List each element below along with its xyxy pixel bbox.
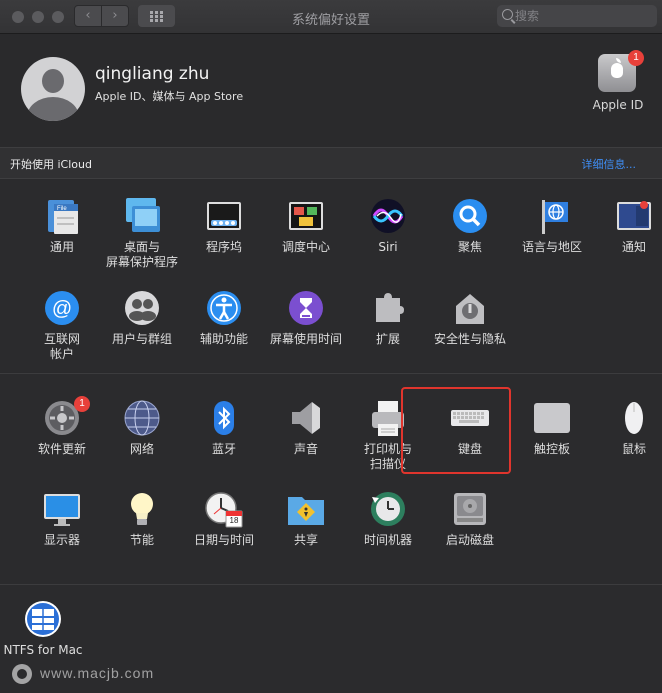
pref-pane-energy-saver[interactable]: 节能 (101, 489, 183, 579)
bluetooth-icon (204, 398, 244, 438)
siri-icon (368, 196, 408, 236)
pref-pane-bluetooth[interactable]: 蓝牙 (183, 398, 265, 488)
selection-highlight (401, 387, 511, 474)
notification-badge: 1 (74, 396, 90, 412)
pref-pane-label: 声音 (293, 442, 318, 456)
screen-time-icon (286, 288, 326, 328)
pref-pane-label: Siri (378, 240, 398, 254)
pref-pane-label: 调度中心 (281, 240, 330, 254)
general-icon: File (42, 196, 82, 236)
pref-pane-date-time[interactable]: 18 日期与时间 (183, 489, 265, 579)
security-privacy-icon (450, 288, 490, 328)
pref-pane-label: 网络 (129, 442, 154, 456)
pref-pane-network[interactable]: 网络 (101, 398, 183, 488)
calendar-date-number: 18 (229, 516, 239, 525)
trackpad-icon (532, 398, 572, 438)
svg-text:@: @ (52, 298, 72, 320)
pref-pane-label: NTFS for Mac (3, 643, 83, 657)
pref-pane-dock[interactable]: 程序坞 (183, 196, 265, 286)
time-machine-icon (368, 489, 408, 529)
user-subtitle: Apple ID、媒体与 App Store (95, 90, 244, 103)
watermark-logo-icon (12, 664, 32, 684)
pref-pane-label: 共享 (293, 533, 318, 547)
pref-pane-users-groups[interactable]: 用户与群组 (101, 288, 183, 378)
pref-pane-label: 节能 (129, 533, 154, 547)
notifications-icon (614, 196, 654, 236)
apple-id-pane[interactable]: 1 Apple ID (590, 50, 646, 122)
startup-disk-icon (450, 489, 490, 529)
pref-pane-siri[interactable]: Siri (347, 196, 429, 286)
pref-pane-accessibility[interactable]: 辅助功能 (183, 288, 265, 378)
pref-pane-trackpad[interactable]: 触控板 (511, 398, 593, 488)
pref-pane-label: 时间机器 (363, 533, 412, 547)
avatar[interactable] (21, 57, 85, 121)
energy-saver-icon (122, 489, 162, 529)
pref-pane-extensions[interactable]: 扩展 (347, 288, 429, 378)
icloud-banner: 开始使用 iCloud 详细信息... (0, 147, 662, 179)
pref-pane-spotlight[interactable]: 聚焦 (429, 196, 511, 286)
pref-pane-desktop-screensaver[interactable]: 桌面与 屏幕保护程序 (101, 196, 183, 286)
pref-pane-label: 蓝牙 (211, 442, 236, 456)
pref-pane-screen-time[interactable]: 屏幕使用时间 (265, 288, 347, 378)
displays-icon (42, 489, 82, 529)
notification-badge: 1 (628, 50, 644, 66)
spotlight-icon (450, 196, 490, 236)
mission-control-icon (286, 196, 326, 236)
pref-pane-mouse[interactable]: 鼠标 (593, 398, 662, 488)
pref-pane-label: 安全性与隐私 (433, 332, 506, 346)
pref-pane-startup-disk[interactable]: 启动磁盘 (429, 489, 511, 579)
user-name: qingliang zhu (95, 64, 210, 84)
pref-pane-label: 扩展 (375, 332, 400, 346)
sharing-icon (286, 489, 326, 529)
watermark-text: www.macjb.com (40, 665, 155, 681)
pref-pane-internet-accounts[interactable]: @ 互联网 帐户 (21, 288, 103, 378)
pref-pane-sound[interactable]: 声音 (265, 398, 347, 488)
pref-pane-label: 触控板 (533, 442, 570, 456)
pref-pane-label: 屏幕使用时间 (269, 332, 342, 346)
pref-pane-displays[interactable]: 显示器 (21, 489, 103, 579)
sound-icon (286, 398, 326, 438)
pref-pane-time-machine[interactable]: 时间机器 (347, 489, 429, 579)
internet-accounts-icon: @ (42, 288, 82, 328)
search-field[interactable] (497, 5, 657, 27)
pref-pane-software-update[interactable]: 1 软件更新 (21, 396, 103, 488)
desktop-screensaver-icon (122, 196, 162, 236)
title-bar: ‹ › 系统偏好设置 (0, 0, 662, 34)
language-region-icon (532, 196, 572, 236)
search-input[interactable] (515, 7, 645, 24)
pref-pane-sharing[interactable]: 共享 (265, 489, 347, 579)
pref-pane-label: 语言与地区 (521, 240, 582, 254)
watermark: www.macjb.com (12, 664, 202, 686)
svg-text:File: File (57, 206, 67, 212)
network-icon (122, 398, 162, 438)
pref-pane-label: 通知 (621, 240, 646, 254)
icloud-details-link[interactable]: 详细信息... (582, 156, 637, 172)
pref-pane-label: 鼠标 (621, 442, 646, 456)
pref-pane-label: 聚焦 (457, 240, 482, 254)
pref-pane-label: 启动磁盘 (445, 533, 494, 547)
mouse-icon (614, 398, 654, 438)
pref-pane-language-region[interactable]: 语言与地区 (511, 196, 593, 286)
pref-pane-security-privacy[interactable]: 安全性与隐私 (429, 288, 511, 378)
accessibility-icon (204, 288, 244, 328)
search-icon (502, 9, 513, 20)
pref-pane-label: 辅助功能 (199, 332, 248, 346)
users-groups-icon (122, 288, 162, 328)
pref-pane-mission-control[interactable]: 调度中心 (265, 196, 347, 286)
icloud-title: 开始使用 iCloud (10, 158, 92, 171)
pref-pane-notifications[interactable]: 通知 (593, 196, 662, 286)
dock-icon (204, 196, 244, 236)
apple-id-label: Apple ID (592, 98, 644, 112)
pref-pane-label: 程序坞 (205, 240, 242, 254)
pref-pane-label: 用户与群组 (111, 332, 172, 346)
extensions-icon (368, 288, 408, 328)
ntfs-for-mac-icon (23, 599, 63, 639)
pref-pane-label: 日期与时间 (193, 533, 254, 547)
pref-pane-general[interactable]: File 通用 (21, 196, 103, 286)
pref-pane-label: 桌面与 屏幕保护程序 (105, 240, 178, 269)
